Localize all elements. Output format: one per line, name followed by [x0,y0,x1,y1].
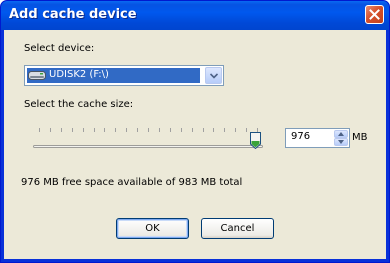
increment-button[interactable] [334,130,348,138]
cache-size-slider[interactable] [29,120,269,150]
slider-tick [235,128,237,132]
device-dropdown[interactable]: UDISK2 (F:\) [24,65,224,86]
cache-size-input[interactable]: 976 [285,128,350,148]
slider-tick [224,128,226,132]
decrement-button[interactable] [334,138,348,146]
slider-tick [169,128,171,132]
slider-tick [49,128,51,132]
chevron-down-icon [210,73,218,79]
device-selected-value: UDISK2 (F:\) [49,69,109,80]
dialog-body: Select device: UDISK2 (F:\) Select the c… [4,30,386,259]
close-icon [369,9,380,20]
slider-tick [213,128,215,132]
cache-size-value: 976 [291,131,311,142]
dropdown-button[interactable] [205,67,222,84]
slider-tick [191,128,193,132]
title-bar[interactable]: Add cache device [1,1,389,30]
dialog-window: Add cache device Select device: UDISK2 (… [0,0,390,263]
slider-tick [126,128,128,132]
slider-tick [202,128,204,132]
slider-tick [39,128,40,132]
slider-tick [71,128,73,132]
slider-tick [115,128,117,132]
cancel-button[interactable]: Cancel [201,218,274,239]
cache-size-label: Select the cache size: [24,99,134,110]
free-space-info: 976 MB free space available of 983 MB to… [21,177,243,188]
slider-track [33,145,263,148]
slider-tick [158,128,160,132]
slider-tick [60,128,62,132]
cache-size-spinner[interactable] [334,130,348,146]
slider-tick [93,128,95,132]
chevron-down-icon [338,140,344,144]
select-device-label: Select device: [24,43,95,54]
chevron-up-icon [338,132,344,136]
slider-tick [148,128,149,132]
slider-tick [246,128,248,132]
slider-tick [82,128,84,132]
slider-tick [104,128,106,132]
window-title: Add cache device [9,7,137,22]
close-button[interactable] [365,5,384,24]
removable-drive-icon [28,71,46,80]
slider-tick [180,128,182,132]
ok-button[interactable]: OK [116,218,189,239]
cache-size-unit: MB [352,132,368,143]
slider-thumb[interactable] [250,132,262,149]
device-selection: UDISK2 (F:\) [27,68,200,83]
slider-tick [137,128,139,132]
